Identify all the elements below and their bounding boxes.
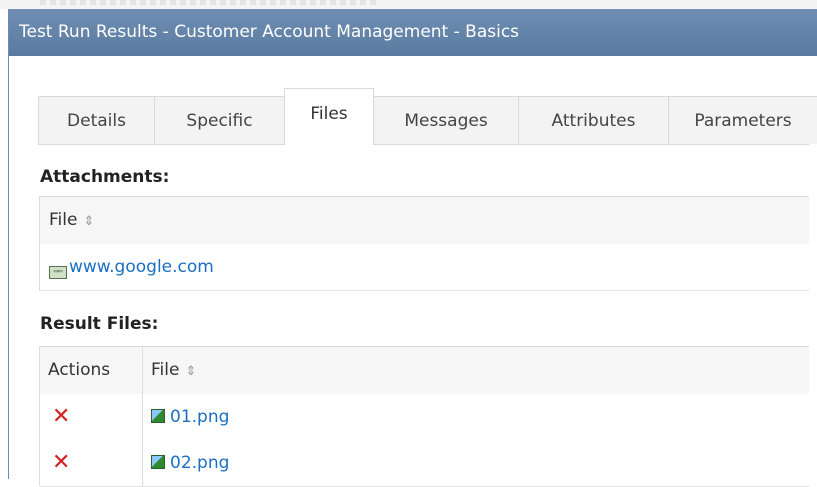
tab-parameters[interactable]: Parameters — [668, 96, 817, 144]
result-files-heading: Result Files: — [40, 314, 159, 334]
column-divider — [142, 440, 143, 486]
result-file-cell: 01.png — [151, 394, 229, 440]
actions-column-header: Actions — [48, 360, 111, 380]
actions-cell: ✕ — [52, 440, 70, 486]
tab-specific[interactable]: Specific — [154, 96, 285, 144]
result-file-row: ✕ 01.png — [40, 394, 809, 441]
dialog-title[interactable]: Test Run Results - Customer Account Mana… — [9, 9, 817, 56]
tab-attributes[interactable]: Attributes — [518, 96, 669, 144]
background-window-text — [40, 0, 380, 5]
column-divider — [142, 394, 143, 440]
attachments-header-row: File ⇕ — [40, 197, 809, 245]
web-link-icon: ▭▭ — [49, 266, 67, 279]
tab-bar: Details Specific Files Messages Attribut… — [38, 88, 817, 145]
result-file-row: ✕ 02.png — [40, 440, 809, 487]
tab-messages[interactable]: Messages — [373, 96, 519, 144]
tab-files[interactable]: Files — [284, 88, 374, 145]
attachment-link[interactable]: www.google.com — [69, 257, 214, 277]
tab-divider — [38, 144, 809, 145]
result-file-link[interactable]: 02.png — [170, 453, 229, 473]
delete-icon[interactable]: ✕ — [52, 404, 70, 429]
result-file-column-header[interactable]: File ⇕ — [151, 347, 196, 394]
result-file-cell: 02.png — [151, 440, 229, 486]
column-divider — [142, 347, 143, 394]
sort-icon: ⇕ — [185, 364, 197, 379]
actions-cell: ✕ — [52, 394, 70, 440]
column-label: File — [49, 210, 78, 230]
delete-icon[interactable]: ✕ — [52, 450, 70, 475]
sort-icon: ⇕ — [83, 214, 95, 229]
result-file-link[interactable]: 01.png — [170, 407, 229, 427]
attachment-file-cell: ▭▭ www.google.com — [49, 244, 214, 290]
attachments-table: File ⇕ ▭▭ www.google.com — [39, 196, 809, 291]
result-files-table: Actions File ⇕ ✕ 01.png ✕ 02.png — [39, 346, 809, 487]
tab-details[interactable]: Details — [38, 96, 155, 144]
attachments-heading: Attachments: — [40, 167, 170, 187]
result-files-header-row: Actions File ⇕ — [40, 347, 809, 395]
attachments-file-column-header[interactable]: File ⇕ — [49, 197, 94, 244]
background-window-strip — [0, 0, 817, 9]
image-file-icon — [151, 409, 165, 423]
attachment-row: ▭▭ www.google.com — [40, 244, 809, 291]
test-run-results-dialog: Test Run Results - Customer Account Mana… — [8, 9, 817, 487]
image-file-icon — [151, 455, 165, 469]
column-label: File — [151, 360, 180, 380]
